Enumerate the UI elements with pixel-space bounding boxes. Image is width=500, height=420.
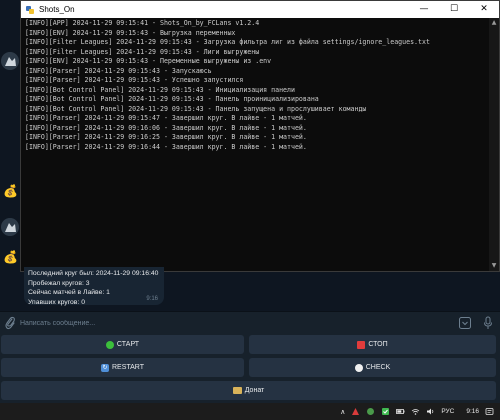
log-line: [INFO][Parser] 2024-11-29 09:15:43 - Зап… bbox=[25, 66, 212, 75]
money-bag-icon: 💰 bbox=[3, 184, 18, 198]
scroll-up-arrow-icon[interactable]: ▲ bbox=[489, 18, 499, 28]
log-line: [INFO][Bot Control Panel] 2024-11-29 09:… bbox=[25, 95, 319, 103]
log-line: [INFO][Parser] 2024-11-29 09:16:06 - Зав… bbox=[25, 123, 307, 132]
restart-arrows-icon: ↻ bbox=[100, 363, 109, 372]
restart-button-label: RESTART bbox=[111, 364, 145, 371]
donate-button[interactable]: Донат bbox=[1, 381, 496, 400]
message-composer bbox=[0, 311, 500, 333]
app-tray-icon[interactable] bbox=[366, 407, 375, 416]
message-input[interactable] bbox=[20, 315, 450, 331]
chevron-up-icon[interactable]: ∧ bbox=[340, 408, 345, 416]
log-line: [INFO][Filter Leagues] 2024-11-29 09:15:… bbox=[25, 38, 430, 46]
check-button[interactable]: CHECK bbox=[249, 358, 496, 377]
log-line: [INFO][APP] 2024-11-29 09:15:41 - Shots_… bbox=[25, 19, 260, 27]
log-line: [INFO][ENV] 2024-11-29 09:15:43 - Переме… bbox=[25, 57, 272, 65]
green-circle-icon bbox=[105, 340, 114, 349]
start-button[interactable]: СТАРТ bbox=[1, 335, 244, 354]
red-square-icon bbox=[357, 340, 366, 349]
restart-button[interactable]: ↻ RESTART bbox=[1, 358, 244, 377]
log-line: [INFO][Parser] 2024-11-29 09:16:25 - Зав… bbox=[25, 133, 307, 141]
user-avatar[interactable] bbox=[1, 218, 19, 236]
stop-button-label: СТОП bbox=[368, 341, 388, 348]
notification-center-icon[interactable] bbox=[485, 407, 494, 416]
failed-rounds-text: Упавших кругов: 0 bbox=[28, 298, 85, 306]
system-tray: ∧ РУС 9:16 bbox=[340, 403, 500, 420]
python-app-icon bbox=[26, 5, 34, 14]
message-bubble: Последний круг был: 2024-11-29 09:16:40 … bbox=[24, 267, 164, 306]
clock[interactable]: 9:16 bbox=[466, 408, 479, 415]
wifi-icon[interactable] bbox=[411, 407, 420, 416]
maximize-button[interactable]: ☐ bbox=[439, 1, 469, 18]
log-line: [INFO][Parser] 2024-11-29 09:16:44 - Зав… bbox=[25, 142, 307, 151]
donate-button-label: Донат bbox=[244, 387, 265, 394]
banknote-icon bbox=[232, 387, 242, 394]
log-line: [INFO][ENV] 2024-11-29 09:15:43 - Выгруз… bbox=[25, 28, 236, 37]
app-tray-icon[interactable] bbox=[351, 407, 360, 416]
user-avatar[interactable] bbox=[1, 52, 19, 70]
minimize-button[interactable]: — bbox=[409, 1, 439, 18]
log-line: [INFO][Parser] 2024-11-29 09:15:43 - Усп… bbox=[25, 76, 244, 84]
speaker-icon[interactable] bbox=[426, 407, 435, 416]
close-button[interactable]: ✕ bbox=[469, 1, 499, 18]
start-button-label: СТАРТ bbox=[116, 341, 140, 348]
check-button-label: CHECK bbox=[365, 364, 391, 371]
scroll-down-arrow-icon[interactable]: ▼ bbox=[489, 261, 499, 271]
language-indicator[interactable]: РУС bbox=[441, 408, 454, 415]
log-line: [INFO][Parser] 2024-11-29 09:15:47 - Зав… bbox=[25, 114, 307, 122]
console-window: Shots_On — ☐ ✕ [INFO][APP] 2024-11-29 09… bbox=[20, 0, 500, 272]
bot-keyboard-icon[interactable] bbox=[459, 317, 471, 329]
window-titlebar[interactable]: Shots_On — ☐ ✕ bbox=[21, 1, 499, 18]
white-circle-icon bbox=[354, 363, 363, 372]
bot-reply-keyboard: СТАРТ СТОП ↻ RESTART CHECK Донат bbox=[0, 333, 500, 403]
log-line: [INFO][Filter Leagues] 2024-11-29 09:15:… bbox=[25, 47, 260, 56]
app-tray-icon[interactable] bbox=[381, 407, 390, 416]
window-title: Shots_On bbox=[39, 5, 75, 14]
chat-left-column: 💰 💰 bbox=[0, 0, 20, 310]
money-bag-icon: 💰 bbox=[3, 250, 18, 264]
windows-taskbar: ∧ РУС 9:16 bbox=[0, 403, 500, 420]
last-round-text: Последний круг был: 2024-11-29 09:16:40 bbox=[28, 270, 159, 277]
stop-button[interactable]: СТОП bbox=[249, 335, 496, 354]
live-matches-text: Сейчас матчей в Лайве: 1 bbox=[28, 289, 110, 296]
console-scrollbar[interactable]: ▲ ▼ bbox=[489, 18, 499, 271]
log-line: [INFO][Bot Control Panel] 2024-11-29 09:… bbox=[25, 85, 295, 94]
log-line: [INFO][Bot Control Panel] 2024-11-29 09:… bbox=[25, 104, 367, 113]
microphone-icon[interactable] bbox=[483, 316, 493, 330]
message-time: 9:16 bbox=[146, 296, 158, 302]
paperclip-icon[interactable] bbox=[4, 316, 16, 330]
rounds-count-text: Пробежал кругов: 3 bbox=[28, 279, 90, 287]
console-output[interactable]: [INFO][APP] 2024-11-29 09:15:41 - Shots_… bbox=[21, 18, 489, 271]
battery-icon[interactable] bbox=[396, 407, 405, 416]
